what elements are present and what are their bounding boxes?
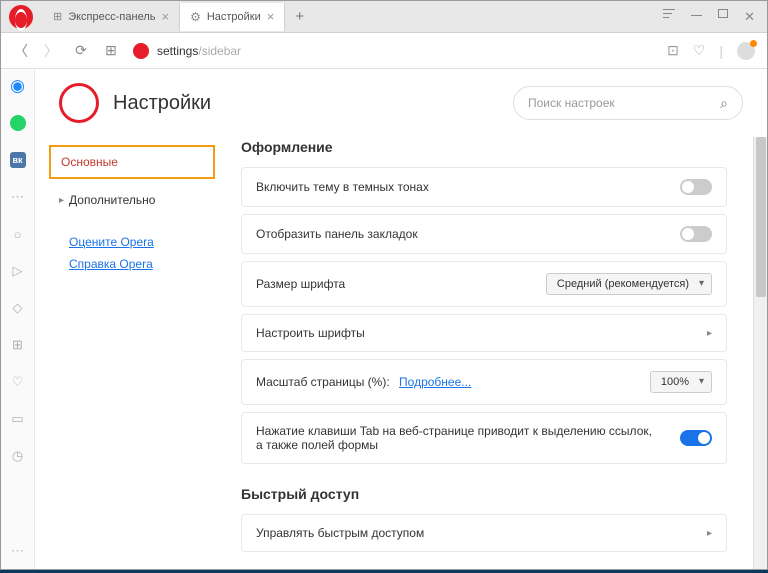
chevron-right-icon: ▸ <box>707 528 712 539</box>
heart-icon[interactable]: ♡ <box>693 42 706 59</box>
search-input[interactable]: Поиск настроек ⌕ <box>513 86 743 120</box>
row-label: Отобразить панель закладок <box>256 227 680 241</box>
tab-highlight-row[interactable]: Нажатие клавиши Tab на веб-странице прив… <box>241 412 727 464</box>
easy-setup-icon[interactable] <box>663 9 675 25</box>
maximize-button[interactable] <box>718 9 728 18</box>
address-bar: 〈 〉 ⟳ ⊞ settings/sidebar ⊡ ♡ | <box>1 33 767 69</box>
tab-highlight-toggle[interactable] <box>680 430 712 446</box>
scrollbar[interactable] <box>753 137 767 569</box>
settings-nav: Основные Дополнительно Оцените Opera Спр… <box>35 137 215 569</box>
reload-button[interactable]: ⟳ <box>73 42 89 59</box>
row-label: Размер шрифта <box>256 277 546 291</box>
snapshot-icon[interactable]: ⊡ <box>667 42 679 59</box>
dark-theme-row[interactable]: Включить тему в темных тонах <box>241 167 727 207</box>
search-placeholder: Поиск настроек <box>528 96 615 110</box>
scrollbar-thumb[interactable] <box>756 137 766 297</box>
section-quick-access-title: Быстрый доступ <box>241 486 727 502</box>
sidebar-icon[interactable]: ⊞ <box>9 336 27 354</box>
messenger-icon[interactable]: ◉ <box>9 77 27 95</box>
whatsapp-icon[interactable] <box>9 114 27 132</box>
speed-dial-button[interactable]: ⊞ <box>103 42 119 59</box>
close-icon[interactable]: × <box>161 9 169 24</box>
row-label: Управлять быстрым доступом <box>256 526 707 540</box>
tab-label: Настройки <box>207 11 261 23</box>
opera-logo <box>59 83 99 123</box>
tab-label: Экспресс-панель <box>68 11 155 23</box>
settings-content: Оформление Включить тему в темных тонах … <box>215 137 753 569</box>
search-icon: ⌕ <box>720 95 728 112</box>
row-label: Нажатие клавиши Tab на веб-странице прив… <box>256 424 680 452</box>
tab-bar: ⊞ Экспресс-панель × ⚙ Настройки × + ✕ <box>1 1 767 33</box>
font-size-select[interactable]: Средний (рекомендуется) <box>546 273 712 295</box>
row-label: Настроить шрифты <box>256 326 707 340</box>
row-label: Масштаб страницы (%): Подробнее... <box>256 375 650 389</box>
new-tab-button[interactable]: + <box>285 8 314 25</box>
forward-button[interactable]: 〉 <box>43 41 59 61</box>
sidebar-icon[interactable]: ⋯ <box>9 188 27 206</box>
minimize-button[interactable] <box>691 15 702 25</box>
chevron-right-icon: ▸ <box>707 328 712 339</box>
page-zoom-row: Масштаб страницы (%): Подробнее... 100% <box>241 359 727 405</box>
tab-settings[interactable]: ⚙ Настройки × <box>180 3 285 31</box>
left-sidebar: ◉ вк ⋯ ○ ▷ ◇ ⊞ ♡ ▭ ◷ ⋯ <box>1 69 35 569</box>
sidebar-icon[interactable]: ◇ <box>9 299 27 317</box>
opera-icon <box>133 43 149 59</box>
rate-opera-link[interactable]: Оцените Opera <box>69 235 215 249</box>
close-icon[interactable]: × <box>267 9 275 24</box>
bookmarks-bar-row[interactable]: Отобразить панель закладок <box>241 214 727 254</box>
close-button[interactable]: ✕ <box>744 9 755 25</box>
help-opera-link[interactable]: Справка Opera <box>69 257 215 271</box>
vk-icon[interactable]: вк <box>9 151 27 169</box>
row-label: Включить тему в темных тонах <box>256 180 680 194</box>
sidebar-icon[interactable]: ▭ <box>9 410 27 428</box>
dark-theme-toggle[interactable] <box>680 179 712 195</box>
back-button[interactable]: 〈 <box>13 41 29 61</box>
history-icon[interactable]: ◷ <box>9 447 27 465</box>
sidebar-more-icon[interactable]: ⋯ <box>11 543 24 559</box>
page-title: Настройки <box>113 92 499 115</box>
zoom-more-link[interactable]: Подробнее... <box>399 375 471 389</box>
profile-button[interactable] <box>737 42 755 60</box>
nav-basic[interactable]: Основные <box>49 145 215 179</box>
manage-quick-access-row[interactable]: Управлять быстрым доступом ▸ <box>241 514 727 552</box>
font-size-row: Размер шрифта Средний (рекомендуется) <box>241 261 727 307</box>
sidebar-icon[interactable]: ▷ <box>9 262 27 280</box>
bookmarks-toggle[interactable] <box>680 226 712 242</box>
heart-icon[interactable]: ♡ <box>9 373 27 391</box>
url-field[interactable]: settings/sidebar <box>133 43 653 59</box>
url-text: settings/sidebar <box>157 44 241 58</box>
section-appearance-title: Оформление <box>241 139 727 155</box>
sidebar-icon[interactable]: ○ <box>9 225 27 243</box>
customize-fonts-row[interactable]: Настроить шрифты ▸ <box>241 314 727 352</box>
zoom-select[interactable]: 100% <box>650 371 712 393</box>
tab-express-panel[interactable]: ⊞ Экспресс-панель × <box>43 3 180 31</box>
nav-advanced[interactable]: Дополнительно <box>49 185 215 215</box>
opera-menu-button[interactable] <box>9 5 33 29</box>
